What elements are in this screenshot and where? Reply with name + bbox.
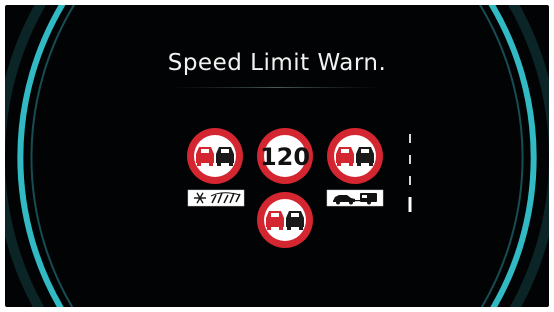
page-title: Speed Limit Warn. xyxy=(167,50,387,76)
title-divider xyxy=(170,87,384,88)
speed-limit-sign: 120 xyxy=(257,128,313,184)
no-overtaking-sign-right xyxy=(327,128,383,184)
trailer-plate xyxy=(326,189,384,207)
weather-plate xyxy=(187,189,245,207)
cluster-frame: 120 Speed Limit Warn. xyxy=(0,0,554,312)
scroll-position-indicator xyxy=(408,134,412,212)
instrument-cluster-screen: 120 Speed Limit Warn. xyxy=(5,5,549,307)
no-overtaking-sign-bottom xyxy=(257,192,313,248)
no-overtaking-sign-left xyxy=(187,128,243,184)
speed-limit-value: 120 xyxy=(260,143,310,171)
